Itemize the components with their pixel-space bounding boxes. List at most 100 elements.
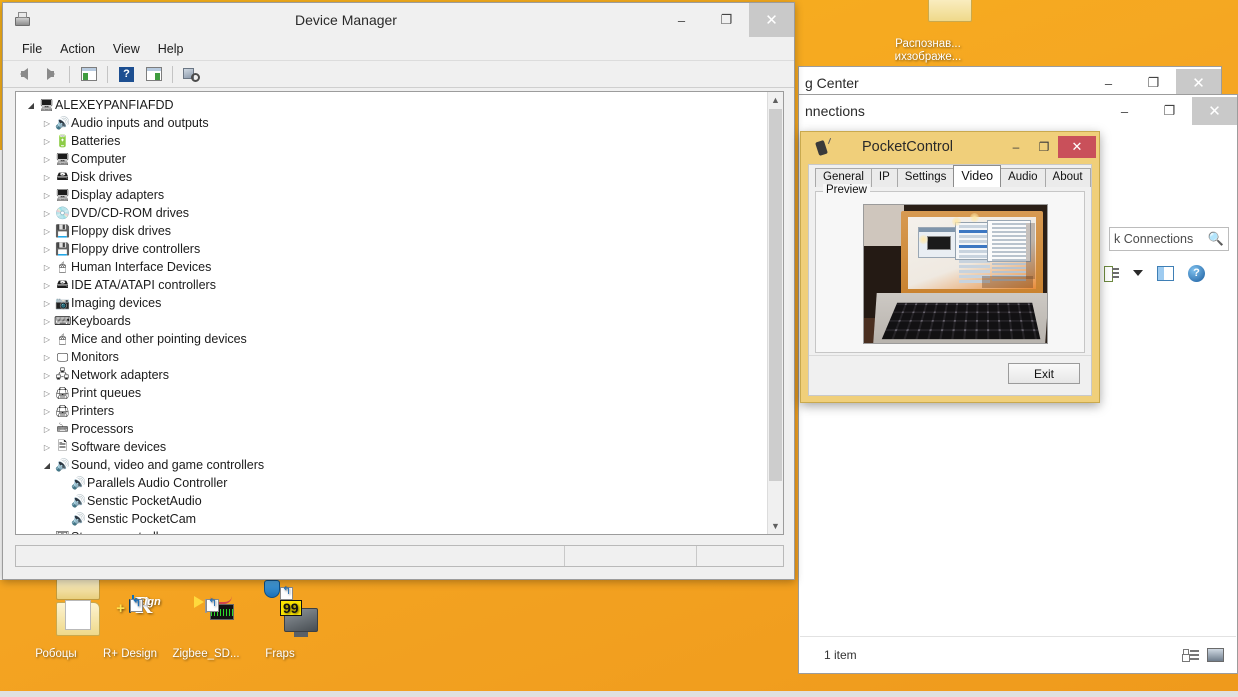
- expander-closed-icon[interactable]: ▷: [40, 353, 54, 362]
- show-hidden-devices-button[interactable]: [76, 63, 101, 86]
- scrollbar-thumb[interactable]: [769, 109, 782, 481]
- device-tree-item[interactable]: ▷ 🖱 Human Interface Devices: [16, 258, 767, 276]
- computer-icon: 🖥: [38, 98, 55, 112]
- minimize-button[interactable]: –: [1086, 69, 1131, 97]
- device-tree-item[interactable]: ◢ 🖥 ALEXEYPANFIAFDD: [16, 96, 767, 114]
- minimize-button[interactable]: –: [1102, 97, 1147, 125]
- expander-closed-icon[interactable]: ▷: [40, 533, 54, 535]
- device-tree-item[interactable]: ▷ 🖴 IDE ATA/ATAPI controllers: [16, 276, 767, 294]
- preview-pane-icon[interactable]: [1157, 265, 1174, 281]
- expander-closed-icon[interactable]: ▷: [40, 281, 54, 290]
- tab-video[interactable]: Video: [953, 165, 1002, 187]
- device-tree-item[interactable]: ▷ 📷 Imaging devices: [16, 294, 767, 312]
- device-tree-item[interactable]: ▷ 💿 DVD/CD-ROM drives: [16, 204, 767, 222]
- menu-file[interactable]: File: [13, 40, 51, 58]
- back-button[interactable]: [11, 63, 36, 86]
- pocket-control-window[interactable]: PocketControl – ❐ ✕ General IP Settings Vid…: [800, 131, 1100, 403]
- device-tree[interactable]: ◢ 🖥 ALEXEYPANFIAFDD ▷ 🔊 Audio inputs and outp…: [16, 92, 767, 534]
- minimize-button[interactable]: –: [1002, 136, 1030, 158]
- expander-closed-icon[interactable]: ▷: [40, 425, 54, 434]
- expander-closed-icon[interactable]: ▷: [40, 371, 54, 380]
- maximize-button[interactable]: ❐: [1147, 97, 1192, 125]
- device-tree-item[interactable]: ▷ 🖱 Mice and other pointing devices: [16, 330, 767, 348]
- menu-help[interactable]: Help: [149, 40, 193, 58]
- search-input[interactable]: k Connections 🔍: [1109, 227, 1229, 251]
- expander-closed-icon[interactable]: ▷: [40, 227, 54, 236]
- help-circle-icon[interactable]: ?: [1188, 264, 1205, 282]
- toolbar-separator: [172, 65, 173, 83]
- close-button[interactable]: ✕: [1176, 69, 1221, 97]
- close-button[interactable]: ✕: [1058, 136, 1096, 158]
- device-tree-item[interactable]: 🔊 Parallels Audio Controller: [16, 474, 767, 492]
- device-tree-item[interactable]: ▷🗄Storage controllers: [16, 528, 767, 535]
- expander-closed-icon[interactable]: ▷: [40, 389, 54, 398]
- device-tree-item[interactable]: ▷ 🖧 Network adapters: [16, 366, 767, 384]
- expander-closed-icon[interactable]: ▷: [40, 137, 54, 146]
- expander-closed-icon[interactable]: ▷: [40, 317, 54, 326]
- device-tree-item[interactable]: ▷ 🖨 Print queues: [16, 384, 767, 402]
- device-tree-item[interactable]: 🔊 Senstic PocketAudio: [16, 492, 767, 510]
- scroll-up-button[interactable]: ▲: [768, 92, 783, 108]
- device-tree-item[interactable]: ▷ ⌨ Keyboards: [16, 312, 767, 330]
- scroll-down-button[interactable]: ▼: [768, 518, 783, 534]
- device-tree-item[interactable]: ▷ 💾 Floppy disk drives: [16, 222, 767, 240]
- device-tree-item[interactable]: ▷ 💾 Floppy drive controllers: [16, 240, 767, 258]
- device-tree-item[interactable]: ▷ 🖥 Computer: [16, 150, 767, 168]
- device-tree-item[interactable]: ▷ 🖴 Disk drives: [16, 168, 767, 186]
- menu-view[interactable]: View: [104, 40, 149, 58]
- expander-closed-icon[interactable]: ▷: [40, 191, 54, 200]
- menu-action[interactable]: Action: [51, 40, 104, 58]
- large-icons-view-icon[interactable]: [1207, 647, 1224, 662]
- device-tree-item[interactable]: ▷ 🗎 Software devices: [16, 438, 767, 456]
- close-button[interactable]: ✕: [749, 3, 794, 37]
- tab-audio[interactable]: Audio: [1000, 168, 1046, 187]
- speaker-icon: 🔊: [71, 494, 86, 508]
- device-tree-item-label: Batteries: [71, 134, 121, 148]
- device-tree-item-label: Display adapters: [71, 188, 165, 202]
- expander-open-icon[interactable]: ◢: [40, 461, 54, 470]
- device-tree-item[interactable]: 🔊 Senstic PocketCam: [16, 510, 767, 528]
- help-button[interactable]: ?: [114, 63, 139, 86]
- expander-closed-icon[interactable]: ▷: [40, 263, 54, 272]
- expander-open-icon[interactable]: ◢: [24, 101, 38, 110]
- expander-closed-icon[interactable]: ▷: [40, 245, 54, 254]
- scan-for-hardware-changes-button[interactable]: [179, 63, 204, 86]
- maximize-button[interactable]: ❐: [704, 3, 749, 37]
- expander-closed-icon[interactable]: ▷: [40, 443, 54, 452]
- printer-icon: 🖨: [54, 386, 71, 400]
- device-manager-window[interactable]: Device Manager – ❐ ✕ File Action View He…: [2, 2, 795, 580]
- chevron-down-icon[interactable]: [1133, 270, 1143, 276]
- device-tree-panel[interactable]: ◢ 🖥 ALEXEYPANFIAFDD ▷ 🔊 Audio inputs and outp…: [15, 91, 784, 535]
- tab-about[interactable]: About: [1044, 168, 1091, 187]
- view-options-icon[interactable]: [1104, 266, 1119, 282]
- close-button[interactable]: ✕: [1192, 97, 1237, 125]
- expander-closed-icon[interactable]: ▷: [40, 155, 54, 164]
- tab-settings[interactable]: Settings: [896, 168, 955, 187]
- forward-button[interactable]: [38, 63, 63, 86]
- device-tree-item[interactable]: ▷ 🖵 Monitors: [16, 348, 767, 366]
- arrow-left-icon: [19, 68, 28, 80]
- desktop-icon-fraps[interactable]: 99 Fraps: [232, 580, 328, 661]
- maximize-button[interactable]: ❐: [1131, 69, 1176, 97]
- details-view-icon[interactable]: [1183, 648, 1199, 662]
- properties-button[interactable]: [141, 63, 166, 86]
- tab-ip[interactable]: IP: [870, 168, 898, 187]
- maximize-button[interactable]: ❐: [1030, 136, 1058, 158]
- device-tree-item[interactable]: ▷ 🖥 Display adapters: [16, 186, 767, 204]
- device-tree-item[interactable]: ▷ 🔋 Batteries: [16, 132, 767, 150]
- tree-scrollbar[interactable]: ▲ ▼: [767, 92, 783, 534]
- expander-closed-icon[interactable]: ▷: [40, 407, 54, 416]
- device-tree-item[interactable]: ◢ 🔊 Sound, video and game controllers: [16, 456, 767, 474]
- expander-closed-icon[interactable]: ▷: [40, 209, 54, 218]
- desktop-icon-recognize-images[interactable]: Распознав... ихзображе...: [880, 0, 976, 64]
- device-tree-item[interactable]: ▷ 🔊 Audio inputs and outputs: [16, 114, 767, 132]
- search-icon[interactable]: 🔍: [1208, 231, 1224, 247]
- expander-closed-icon[interactable]: ▷: [40, 119, 54, 128]
- exit-button[interactable]: Exit: [1008, 363, 1080, 384]
- minimize-button[interactable]: –: [659, 3, 704, 37]
- expander-closed-icon[interactable]: ▷: [40, 173, 54, 182]
- device-tree-item[interactable]: ▷ 🖨 Printers: [16, 402, 767, 420]
- expander-closed-icon[interactable]: ▷: [40, 335, 54, 344]
- device-tree-item[interactable]: ▷ 🖮 Processors: [16, 420, 767, 438]
- expander-closed-icon[interactable]: ▷: [40, 299, 54, 308]
